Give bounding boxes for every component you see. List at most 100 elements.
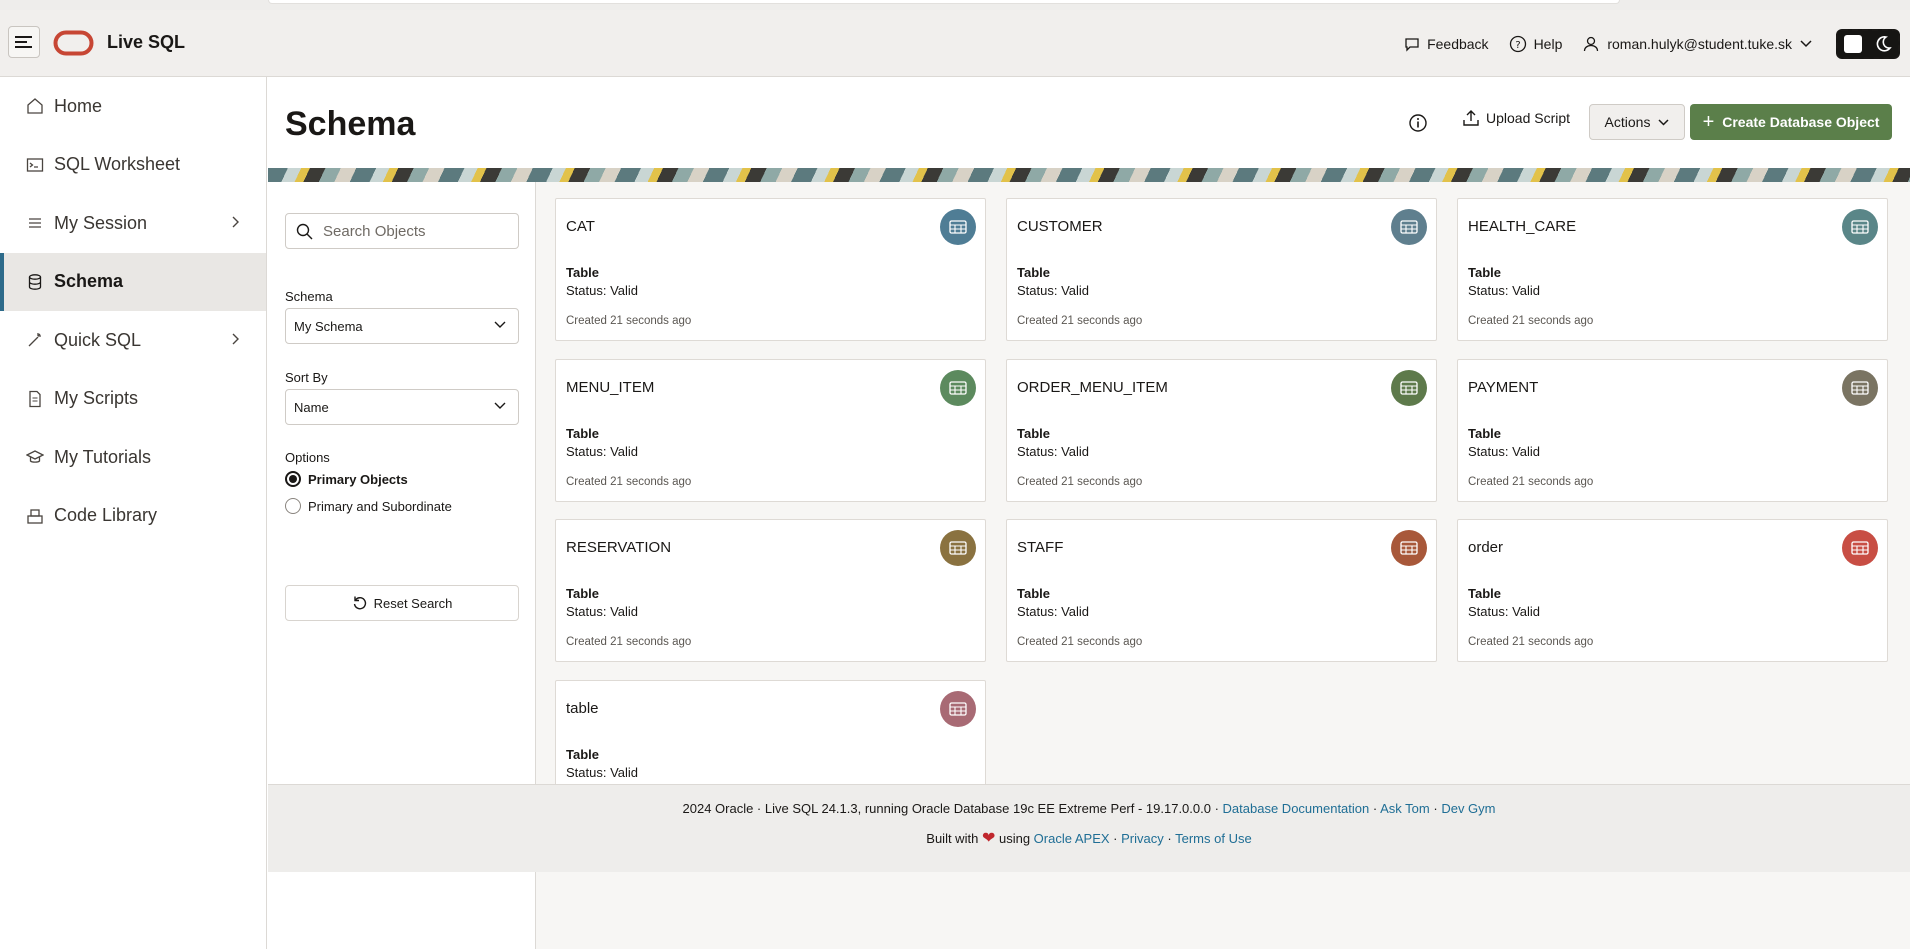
footer-copyright: 2024 Oracle · Live SQL 24.1.3, running O… — [682, 801, 1219, 816]
app-title[interactable]: Live SQL — [107, 32, 185, 53]
object-name[interactable]: table — [566, 700, 599, 717]
create-database-object-button[interactable]: + Create Database Object — [1690, 104, 1892, 140]
upload-script-button[interactable]: Upload Script — [1462, 109, 1570, 127]
footer-separator: · — [1167, 831, 1172, 846]
dev-gym-link[interactable]: Dev Gym — [1441, 801, 1495, 816]
object-card[interactable]: RESERVATION Table Status: Valid Created 21 … — [555, 519, 986, 662]
object-card[interactable]: HEALTH_CARE Table Status: Valid Created 21 … — [1457, 198, 1888, 341]
radio-button[interactable] — [285, 498, 301, 514]
sidebar-item-label: My Session — [54, 212, 148, 233]
user-icon — [1584, 36, 1599, 51]
footer-separator: · — [1113, 831, 1118, 846]
chat-icon — [1405, 37, 1419, 52]
sidebar-item-label: Code Library — [54, 505, 158, 526]
sidebar-item-code-library[interactable]: Code Library — [0, 487, 266, 546]
footer-separator: · — [1433, 801, 1438, 816]
table-icon — [1391, 209, 1427, 245]
table-grid-icon — [949, 541, 967, 555]
feedback-link[interactable]: Feedback — [1404, 35, 1489, 52]
object-name[interactable]: order — [1468, 539, 1503, 556]
object-created: Created 21 seconds ago — [566, 475, 692, 488]
feedback-label: Feedback — [1427, 35, 1489, 52]
home-icon — [27, 98, 43, 114]
page-header: Schema Upload Script Actions + Create Da… — [268, 77, 1910, 168]
object-card[interactable]: CUSTOMER Table Status: Valid Created 21 sec… — [1006, 198, 1437, 341]
object-type: Table — [566, 586, 599, 601]
sidebar-item-my-scripts[interactable]: My Scripts — [0, 370, 266, 429]
reset-search-button[interactable]: Reset Search — [285, 585, 519, 621]
object-name[interactable]: CAT — [566, 218, 595, 235]
object-name[interactable]: ORDER_MENU_ITEM — [1017, 379, 1168, 396]
footer-line-1: 2024 Oracle · Live SQL 24.1.3, running O… — [268, 801, 1910, 816]
sidebar-item-my-tutorials[interactable]: My Tutorials — [0, 428, 266, 487]
object-name[interactable]: RESERVATION — [566, 539, 671, 556]
sidebar-nav: Home SQL Worksheet My Session Schema Qui… — [0, 77, 267, 949]
table-grid-icon — [949, 380, 967, 395]
object-status: Status: Valid — [1017, 283, 1090, 298]
object-type: Table — [566, 425, 599, 441]
sort-by-label: Sort By — [285, 370, 328, 385]
moon-icon — [1876, 35, 1892, 52]
sidebar-item-sql-worksheet[interactable]: SQL Worksheet — [0, 136, 266, 195]
oracle-apex-link[interactable]: Oracle APEX — [1034, 831, 1110, 846]
object-card[interactable]: CAT Table Status: Valid Created 21 seconds … — [555, 198, 986, 341]
sort-by-select[interactable]: Name — [285, 389, 519, 425]
sidebar-item-label: Schema — [54, 271, 124, 292]
terms-of-use-link[interactable]: Terms of Use — [1175, 831, 1252, 846]
object-created: Created 21 seconds ago — [566, 636, 692, 648]
object-status: Status: Valid — [566, 443, 639, 459]
object-status: Status: Valid — [566, 604, 639, 619]
menu-toggle-button[interactable] — [8, 26, 40, 58]
privacy-link[interactable]: Privacy — [1121, 831, 1164, 846]
actions-menu-button[interactable]: Actions — [1589, 104, 1685, 140]
radio-label: Primary and Subordinate — [308, 498, 452, 514]
object-name[interactable]: CUSTOMER — [1017, 218, 1103, 235]
app-header: Live SQL Feedback ? Help roman.hulyk@stu… — [0, 10, 1910, 77]
help-label: Help — [1533, 35, 1563, 52]
object-card[interactable]: PAYMENT Table Status: Valid Created 21 seco… — [1457, 358, 1888, 502]
theme-toggle[interactable] — [1836, 28, 1900, 59]
object-card[interactable]: STAFF Table Status: Valid Created 21 second… — [1006, 519, 1437, 662]
object-card[interactable]: MENU_ITEM Table Status: Valid Created 21 se… — [555, 358, 986, 502]
svg-text:?: ? — [1515, 40, 1520, 51]
object-card[interactable]: ORDER_MENU_ITEM Table Status: Valid Created… — [1006, 358, 1437, 502]
object-name[interactable]: HEALTH_CARE — [1468, 218, 1576, 235]
reset-search-label: Reset Search — [373, 595, 453, 611]
table-grid-icon — [1400, 380, 1418, 395]
actions-label: Actions — [1604, 114, 1651, 130]
sidebar-item-quick-sql[interactable]: Quick SQL — [0, 311, 266, 370]
object-card[interactable]: order Table Status: Valid Created 21 second… — [1457, 519, 1888, 662]
oracle-logo-icon[interactable] — [53, 30, 94, 56]
sidebar-item-label: SQL Worksheet — [54, 154, 181, 175]
schema-select[interactable]: My Schema — [285, 308, 519, 344]
sidebar-item-my-session[interactable]: My Session — [0, 194, 266, 253]
info-icon[interactable] — [1407, 112, 1429, 134]
object-name[interactable]: STAFF — [1017, 539, 1063, 556]
using-text: using — [998, 831, 1031, 846]
library-icon — [27, 509, 43, 524]
object-name[interactable]: MENU_ITEM — [566, 379, 654, 396]
chevron-right-icon — [232, 216, 239, 228]
search-objects-input[interactable] — [323, 222, 513, 240]
help-link[interactable]: ? Help — [1509, 35, 1563, 53]
object-type: Table — [1017, 425, 1050, 441]
table-icon — [1842, 369, 1878, 406]
sidebar-item-home[interactable]: Home — [0, 77, 266, 136]
list-icon — [29, 218, 41, 228]
hamburger-icon — [15, 36, 32, 48]
radio-primary-and-subordinate[interactable]: Primary and Subordinate — [285, 498, 452, 514]
table-icon — [1391, 369, 1427, 406]
graduation-cap-icon — [26, 450, 44, 464]
object-name[interactable]: PAYMENT — [1468, 379, 1538, 396]
sidebar-item-label: Quick SQL — [54, 329, 142, 350]
radio-button-checked[interactable] — [285, 471, 301, 487]
user-email: roman.hulyk@student.tuke.sk — [1607, 35, 1792, 52]
radio-label: Primary Objects — [308, 471, 408, 487]
ask-tom-link[interactable]: Ask Tom — [1380, 801, 1430, 816]
database-documentation-link[interactable]: Database Documentation — [1223, 801, 1370, 816]
object-created: Created 21 seconds ago — [1017, 315, 1143, 327]
heart-icon: ❤ — [981, 830, 996, 847]
user-menu[interactable]: roman.hulyk@student.tuke.sk — [1582, 35, 1812, 53]
radio-primary-objects[interactable]: Primary Objects — [285, 471, 408, 487]
sidebar-item-schema[interactable]: Schema — [0, 252, 266, 311]
